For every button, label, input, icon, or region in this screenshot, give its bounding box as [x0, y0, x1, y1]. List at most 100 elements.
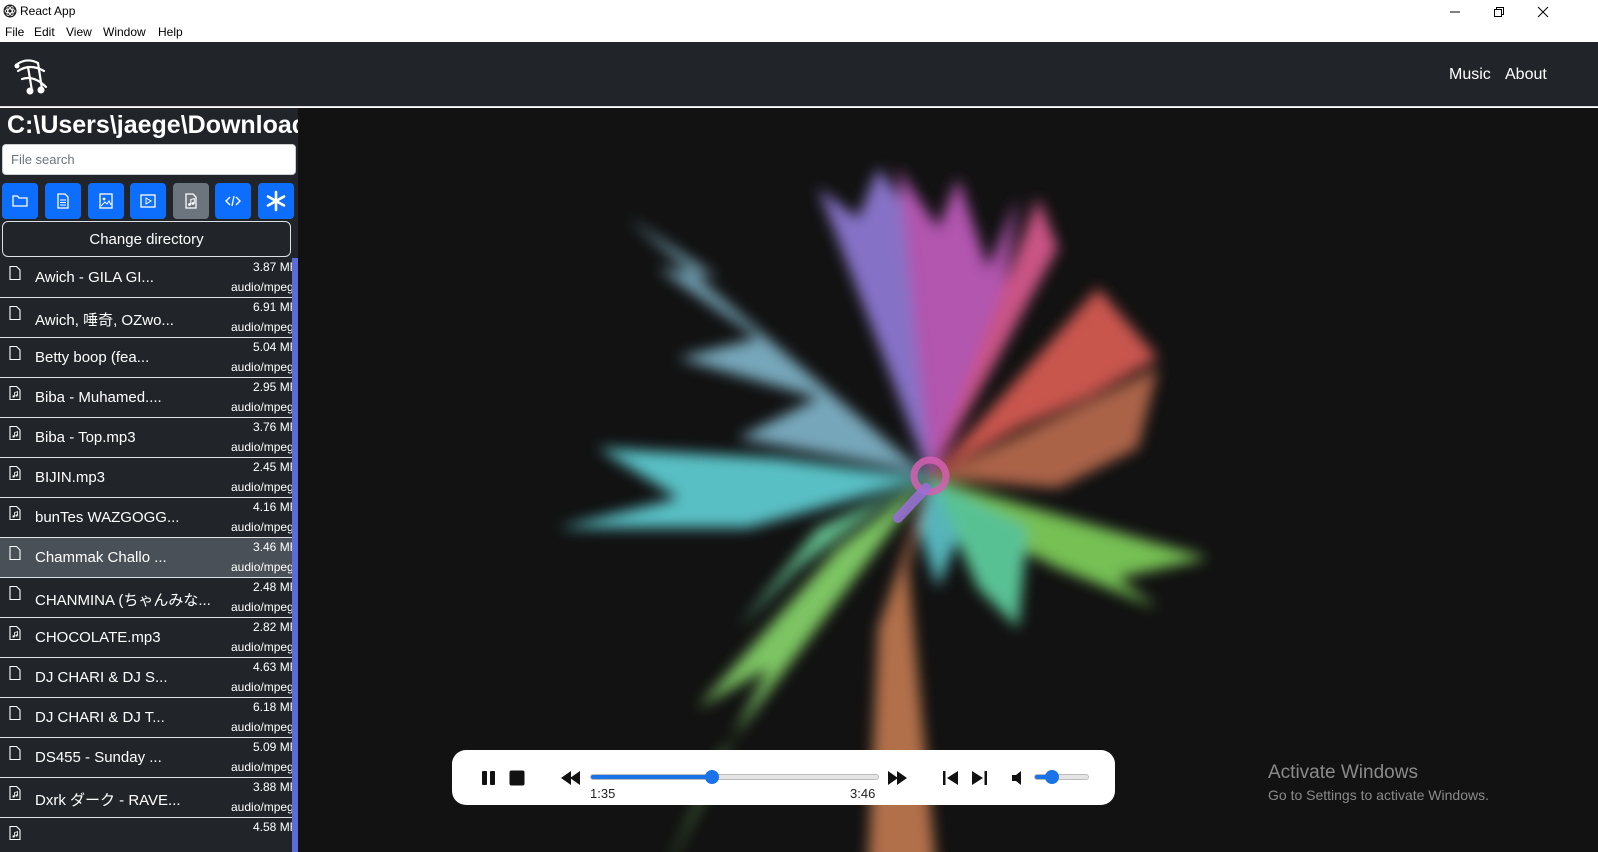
file-list-item[interactable]: Awich, 唾奇, OZwo... 6.91 MB audio/mpeg: [0, 298, 298, 338]
file-type: audio/mpeg: [231, 480, 294, 494]
music-notes-logo-icon[interactable]: [8, 53, 52, 97]
image-icon: [99, 193, 113, 209]
file-list: Awich - GILA GI... 3.87 MB audio/mpeg Awich…: [0, 258, 298, 852]
file-search-input[interactable]: [2, 144, 296, 175]
volume-slider[interactable]: [1034, 770, 1089, 784]
file-name: BIJIN.mp3: [35, 469, 106, 486]
previous-track-button[interactable]: [940, 750, 962, 805]
volume-slider-thumb[interactable]: [1044, 770, 1059, 784]
file-type: audio/mpeg: [231, 440, 294, 454]
skip-forward-icon: [972, 770, 987, 785]
file-list-item[interactable]: 4.58 MB: [0, 818, 298, 852]
filter-images-button[interactable]: [88, 183, 124, 219]
menu-edit[interactable]: Edit: [34, 25, 55, 39]
rewind-button[interactable]: [559, 750, 583, 805]
music-file-icon: [9, 506, 21, 520]
file-size: 6.91 MB: [253, 300, 298, 314]
file-icon: [9, 346, 21, 360]
file-type: audio/mpeg: [231, 520, 294, 534]
seek-slider-thumb[interactable]: [705, 770, 720, 784]
file-size: 6.18 MB: [253, 700, 298, 714]
skip-back-icon: [943, 770, 958, 785]
restore-icon: [1494, 6, 1504, 17]
pause-icon: [482, 770, 495, 785]
nav-link-about[interactable]: About: [1505, 66, 1547, 84]
minimize-button[interactable]: [1432, 0, 1478, 23]
restore-button[interactable]: [1476, 0, 1522, 23]
music-file-icon: [9, 786, 21, 800]
filter-all-button[interactable]: [258, 183, 294, 219]
react-logo-icon: [3, 4, 17, 18]
filter-folders-button[interactable]: [2, 183, 38, 219]
file-size: 2.48 MB: [253, 580, 298, 594]
file-list-item[interactable]: Chammak Challo ... 3.46 MB audio/mpeg: [0, 538, 298, 578]
current-directory-title: C:\Users\jaege\Downloads: [7, 111, 298, 139]
total-time: 3:46: [850, 786, 876, 801]
seek-slider-fill: [591, 775, 712, 779]
rewind-icon: [561, 770, 580, 785]
file-name: Awich - GILA GI...: [35, 269, 154, 286]
fast-forward-button[interactable]: [885, 750, 909, 805]
stop-button[interactable]: [506, 750, 528, 805]
seek-slider[interactable]: [590, 770, 879, 784]
file-list-item[interactable]: DJ CHARI & DJ T... 6.18 MB audio/mpeg: [0, 698, 298, 738]
music-file-icon: [9, 426, 21, 440]
file-list-item[interactable]: CHOCOLATE.mp3 2.82 MB audio/mpeg: [0, 618, 298, 658]
file-size: 2.45 MB: [253, 460, 298, 474]
file-size: 3.76 MB: [253, 420, 298, 434]
filter-music-button[interactable]: [173, 183, 209, 219]
menu-file[interactable]: File: [5, 25, 24, 39]
filter-videos-button[interactable]: [130, 183, 166, 219]
file-type: audio/mpeg: [231, 600, 294, 614]
file-size: 5.09 MB: [253, 740, 298, 754]
file-type: audio/mpeg: [231, 680, 294, 694]
file-size: 4.16 MB: [253, 500, 298, 514]
file-list-item[interactable]: Dxrk ダーク - RAVE... 3.88 MB audio/mpeg: [0, 778, 298, 818]
file-type: audio/mpeg: [231, 720, 294, 734]
file-list-item[interactable]: Betty boop (fea... 5.04 MB audio/mpeg: [0, 338, 298, 378]
stop-icon: [509, 770, 525, 785]
file-type: audio/mpeg: [231, 800, 294, 814]
file-name: DS455 - Sunday ...: [35, 749, 162, 766]
close-button[interactable]: [1520, 0, 1566, 23]
window-title: React App: [20, 4, 76, 18]
file-list-item[interactable]: Awich - GILA GI... 3.87 MB audio/mpeg: [0, 258, 298, 298]
file-type: audio/mpeg: [231, 560, 294, 574]
file-size: 2.95 MB: [253, 380, 298, 394]
watermark-subtitle: Go to Settings to activate Windows.: [1268, 787, 1489, 803]
mute-button[interactable]: [1007, 750, 1029, 805]
fast-forward-icon: [888, 770, 907, 785]
file-type: audio/mpeg: [231, 320, 294, 334]
file-list-item[interactable]: bunTes WAZGOGG... 4.16 MB audio/mpeg: [0, 498, 298, 538]
file-list-item[interactable]: DS455 - Sunday ... 5.09 MB audio/mpeg: [0, 738, 298, 778]
file-list-item[interactable]: Biba - Muhamed.... 2.95 MB audio/mpeg: [0, 378, 298, 418]
music-file-icon: [9, 626, 21, 640]
nav-link-music[interactable]: Music: [1449, 66, 1491, 84]
music-file-icon: [9, 386, 21, 400]
file-list-item[interactable]: BIJIN.mp3 2.45 MB audio/mpeg: [0, 458, 298, 498]
pause-button[interactable]: [478, 750, 500, 805]
file-size: 4.63 MB: [253, 660, 298, 674]
file-size: 3.46 MB: [253, 540, 298, 554]
filter-documents-button[interactable]: [45, 183, 81, 219]
music-file-icon: [185, 193, 197, 209]
filter-code-button[interactable]: [215, 183, 251, 219]
document-icon: [57, 193, 69, 209]
file-list-item[interactable]: DJ CHARI & DJ S... 4.63 MB audio/mpeg: [0, 658, 298, 698]
top-navbar: Music About: [0, 42, 1598, 107]
file-icon: [9, 706, 21, 720]
menu-window[interactable]: Window: [103, 25, 146, 39]
file-icon: [9, 306, 21, 320]
file-list-item[interactable]: Biba - Top.mp3 3.76 MB audio/mpeg: [0, 418, 298, 458]
menu-view[interactable]: View: [66, 25, 92, 39]
audio-visualizer: [558, 168, 1208, 852]
audio-player-bar: 1:35 3:46: [452, 750, 1115, 805]
file-type: audio/mpeg: [231, 760, 294, 774]
file-icon: [9, 266, 21, 280]
change-directory-button[interactable]: Change directory: [2, 221, 291, 257]
menu-help[interactable]: Help: [158, 25, 183, 39]
file-list-item[interactable]: CHANMINA (ちゃんみな... 2.48 MB audio/mpeg: [0, 578, 298, 618]
next-track-button[interactable]: [968, 750, 990, 805]
close-icon: [1537, 6, 1549, 17]
window-titlebar: React App: [0, 0, 1598, 23]
